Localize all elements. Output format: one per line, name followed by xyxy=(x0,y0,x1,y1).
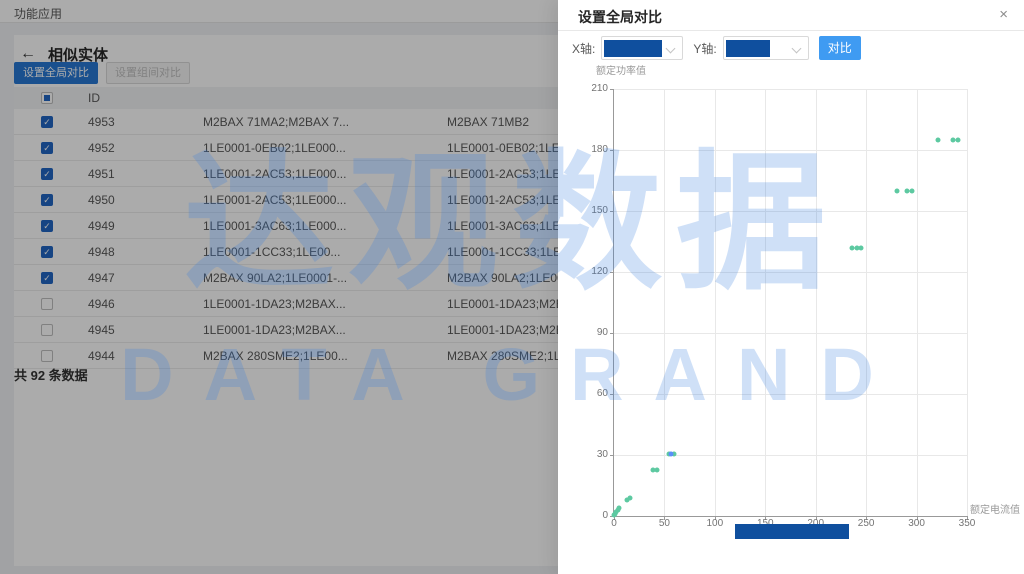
axis-controls: X轴: Y轴: 对比 xyxy=(572,36,861,60)
x-tick-label: 100 xyxy=(700,518,730,529)
y-tick-label: 30 xyxy=(572,449,608,460)
drawer-title: 设置全局对比 xyxy=(578,7,662,27)
scatter-point xyxy=(955,137,960,142)
grid-line-vertical xyxy=(917,89,918,516)
y-axis-title: 额定功率值 xyxy=(596,62,646,77)
grid-line-horizontal xyxy=(614,150,967,151)
grid-line-horizontal xyxy=(614,333,967,334)
grid-line-horizontal xyxy=(614,89,967,90)
scatter-point xyxy=(655,468,660,473)
global-compare-drawer: 设置全局对比 × X轴: Y轴: 对比 额定功率值 05010015020025… xyxy=(558,0,1024,574)
y-tick-mark xyxy=(610,394,614,395)
scatter-point xyxy=(669,451,674,456)
compare-button[interactable]: 对比 xyxy=(819,36,861,60)
scatter-point xyxy=(859,245,864,250)
x-tick-label: 300 xyxy=(902,518,932,529)
grid-line-vertical xyxy=(715,89,716,516)
grid-line-vertical xyxy=(816,89,817,516)
y-tick-mark xyxy=(610,272,614,273)
y-tick-mark xyxy=(610,333,614,334)
scatter-point xyxy=(935,137,940,142)
x-tick-label: 350 xyxy=(952,518,982,529)
grid-line-vertical xyxy=(967,89,968,516)
x-tick-label: 0 xyxy=(599,518,629,529)
selected-text-highlight xyxy=(726,40,770,57)
x-axis-title: 额定电流值 xyxy=(970,501,1020,516)
x-tick-label: 50 xyxy=(649,518,679,529)
chevron-down-icon xyxy=(791,44,801,54)
y-tick-mark xyxy=(610,211,614,212)
y-axis-select-label: Y轴: xyxy=(693,40,716,57)
x-tick-label: 250 xyxy=(851,518,881,529)
grid-line-horizontal xyxy=(614,272,967,273)
y-tick-label: 150 xyxy=(572,205,608,216)
y-tick-mark xyxy=(610,455,614,456)
x-axis-select[interactable] xyxy=(601,36,683,60)
y-tick-label: 210 xyxy=(572,83,608,94)
scatter-point xyxy=(628,495,633,500)
plot-area: 0501001502002503003500306090120150180210 xyxy=(613,89,967,517)
close-icon[interactable]: × xyxy=(995,4,1012,25)
selected-text-highlight xyxy=(604,40,662,57)
selection-highlight-bar xyxy=(735,524,849,539)
y-tick-label: 120 xyxy=(572,266,608,277)
y-tick-label: 90 xyxy=(572,327,608,338)
grid-line-horizontal xyxy=(614,211,967,212)
grid-line-vertical xyxy=(765,89,766,516)
x-axis-select-label: X轴: xyxy=(572,40,595,57)
chevron-down-icon xyxy=(666,44,676,54)
y-tick-label: 60 xyxy=(572,388,608,399)
grid-line-vertical xyxy=(866,89,867,516)
scatter-point xyxy=(895,188,900,193)
y-axis-select[interactable] xyxy=(723,36,809,60)
scatter-point xyxy=(909,188,914,193)
drawer-header: 设置全局对比 × xyxy=(558,0,1024,31)
grid-line-horizontal xyxy=(614,394,967,395)
screen: 功能应用 ← 相似实体 设置全局对比 设置组间对比 ID ✓4953M2BAX … xyxy=(0,0,1024,574)
grid-line-vertical xyxy=(664,89,665,516)
y-tick-label: 180 xyxy=(572,144,608,155)
y-tick-mark xyxy=(610,150,614,151)
scatter-point xyxy=(617,505,622,510)
y-tick-mark xyxy=(610,89,614,90)
